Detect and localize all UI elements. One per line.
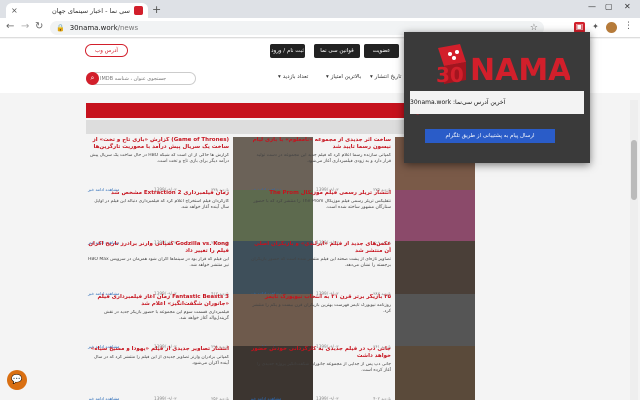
tab-title: سی نما - اخبار سینمای جهان bbox=[52, 6, 130, 15]
scrollbar[interactable] bbox=[630, 100, 638, 400]
back-arrow-icon[interactable]: ← bbox=[6, 21, 14, 32]
membership-label: عضویت bbox=[372, 48, 391, 54]
chevron-down-icon: ▾ bbox=[370, 74, 373, 80]
search-input[interactable]: جستجوی عنوان ، شناسه IMDB bbox=[86, 72, 196, 85]
news-meta: مشاهده ادامه خبر 1399/۰۹/۰۳ ۴۰۲ بازدید bbox=[250, 396, 391, 400]
news-desc: گزارش ها حاکی از آن است که شبکه HBO در ح… bbox=[89, 153, 229, 164]
filter-date-label: تاریخ انتشار bbox=[374, 74, 402, 80]
browser-tab[interactable]: × سی نما - اخبار سینمای جهان bbox=[6, 3, 148, 18]
close-window-button[interactable]: ✕ bbox=[624, 2, 631, 11]
news-thumbnail[interactable] bbox=[395, 241, 475, 296]
news-card[interactable]: عکس‌های جدید از فیلم «ایرلندی» و بازیگرا… bbox=[250, 241, 475, 296]
chevron-down-icon: ▾ bbox=[278, 74, 281, 80]
site-favicon-icon bbox=[134, 6, 143, 15]
news-title[interactable]: انتشار تصاویر جدیدی از فیلم «یهودا و مسی… bbox=[88, 346, 229, 353]
news-title[interactable]: ۲۵ بازیگر برتر قرن ۲۱ به انتخاب نیویورک … bbox=[250, 294, 391, 301]
scrollbar-thumb[interactable] bbox=[631, 140, 637, 200]
news-views: ۴۰۲ بازدید bbox=[373, 396, 391, 400]
extensions-puzzle-icon[interactable]: ✦ bbox=[590, 22, 601, 33]
extension-popup: 30 NAMA ⟲ آخرین آدرس سی‌نما: 30nama.work… bbox=[404, 32, 590, 163]
news-card-body: Godzilla vs. Kong کمپانی وارنر برادرز تا… bbox=[88, 241, 229, 296]
news-title[interactable]: (Game of Thrones) گزارش «بازی تاج و تخت»… bbox=[88, 137, 229, 151]
news-desc: روزنامه نیویورک تایمز فهرست بهترین بازیگ… bbox=[252, 303, 391, 314]
news-card-body: زمان فیلمبرداری Extraction 2 مشخص شد کار… bbox=[88, 190, 229, 245]
30nama-logo: 30 NAMA bbox=[436, 44, 570, 86]
news-card-body: (Game of Thrones) گزارش «بازی تاج و تخت»… bbox=[88, 137, 229, 192]
news-desc: فیلمبرداری قسمت سوم این مجموعه با حضور ب… bbox=[103, 310, 229, 321]
read-more-link[interactable]: مشاهده ادامه خبر bbox=[250, 396, 281, 400]
chat-icon[interactable]: 💬 bbox=[7, 370, 27, 390]
news-date: 1399/۰۹/۰۳ bbox=[154, 396, 177, 400]
url-path: /news bbox=[117, 24, 139, 32]
filter-views[interactable]: ▾ تعداد بازدید bbox=[278, 74, 308, 80]
news-title[interactable]: عکس‌های جدید از فیلم «ایرلندی» و بازیگرا… bbox=[250, 241, 391, 255]
membership-button[interactable]: عضویت bbox=[364, 44, 399, 58]
news-card-body: انتشار تصاویر جدیدی از فیلم «یهودا و مسی… bbox=[88, 346, 229, 400]
news-card-body: ساخت اثر جدیدی از مجموعه «نامعلوم» با با… bbox=[250, 137, 391, 192]
search-placeholder: جستجوی عنوان ، شناسه IMDB bbox=[100, 75, 167, 82]
login-label: ثبت نام / ورود bbox=[271, 48, 304, 54]
news-views: ۲۵۶ بازدید bbox=[211, 396, 229, 400]
telegram-support-button[interactable]: ارسال پیام به پشتیبانی از طریق تلگرام bbox=[425, 129, 555, 143]
news-date: 1399/۰۹/۰۳ bbox=[316, 396, 339, 400]
logo-text: NAMA bbox=[470, 53, 570, 86]
rules-label: قوانین سی نما bbox=[320, 48, 354, 54]
news-thumbnail[interactable] bbox=[395, 294, 475, 349]
browser-menu-icon[interactable]: ⋮ bbox=[624, 21, 633, 31]
url-domain: 30nama.work bbox=[69, 24, 118, 32]
minimize-button[interactable]: — bbox=[588, 2, 596, 11]
address-text: آخرین آدرس سی‌نما: 30nama.work bbox=[410, 99, 506, 106]
reload-icon[interactable]: ↻ bbox=[35, 21, 43, 32]
lock-icon: 🔒 bbox=[56, 24, 65, 32]
web-address-button[interactable]: آدرس وب bbox=[85, 44, 128, 57]
news-desc: کمپانی سازنده رسما اعلام کرد که فیلم جدی… bbox=[256, 153, 392, 164]
news-desc: نتفلیکس تریلر رسمی فیلم موزیکال The Prom… bbox=[253, 199, 391, 210]
news-card-body: عکس‌های جدید از فیلم «ایرلندی» و بازیگرا… bbox=[250, 241, 391, 296]
address-box: آخرین آدرس سی‌نما: 30nama.work bbox=[410, 91, 584, 114]
filter-views-label: تعداد بازدید bbox=[282, 74, 309, 80]
news-title[interactable]: زمان فیلمبرداری Extraction 2 مشخص شد bbox=[88, 190, 229, 197]
maximize-button[interactable]: ▢ bbox=[605, 2, 613, 11]
news-card-body: جانی دپ در فیلم جدیدی به کارگردانی خودش … bbox=[250, 346, 391, 400]
filter-date[interactable]: ▾ تاریخ انتشار bbox=[370, 74, 401, 80]
news-card[interactable]: جانی دپ در فیلم جدیدی به کارگردانی خودش … bbox=[250, 346, 475, 400]
news-desc: کمپانی برادران وارنر تصاویر جدیدی از این… bbox=[94, 355, 229, 366]
news-card-body: ۲۵ بازیگر برتر قرن ۲۱ به انتخاب نیویورک … bbox=[250, 294, 391, 349]
news-thumbnail[interactable] bbox=[395, 190, 475, 245]
chevron-down-icon: ▾ bbox=[326, 74, 329, 80]
news-desc: جانی دپ پس از جدایی از مجموعه جانوران شگ… bbox=[256, 362, 391, 373]
news-desc: این فیلم که قرار بود در سینماها اکران شو… bbox=[88, 257, 229, 268]
news-title[interactable]: Godzilla vs. Kong کمپانی وارنر برادرز تا… bbox=[88, 241, 229, 255]
tab-close-icon[interactable]: × bbox=[11, 6, 18, 15]
news-card[interactable]: ۲۵ بازیگر برتر قرن ۲۱ به انتخاب نیویورک … bbox=[250, 294, 475, 349]
news-thumbnail[interactable] bbox=[395, 346, 475, 400]
profile-avatar[interactable] bbox=[606, 22, 617, 33]
news-card[interactable]: انتشار تریلر رسمی فیلم موزیکال The Prom … bbox=[250, 190, 475, 245]
news-title[interactable]: ساخت اثر جدیدی از مجموعه «نامعلوم» با با… bbox=[250, 137, 391, 151]
news-desc: تصاویر تازه‌ای از پشت صحنه این فیلم منتش… bbox=[251, 257, 391, 268]
news-title[interactable]: انتشار تریلر رسمی فیلم موزیکال The Prom bbox=[250, 190, 391, 197]
forward-arrow-icon[interactable]: → bbox=[21, 21, 29, 32]
read-more-link[interactable]: مشاهده ادامه خبر bbox=[88, 396, 119, 400]
news-card-body: انتشار تریلر رسمی فیلم موزیکال The Prom … bbox=[250, 190, 391, 245]
login-button[interactable]: ثبت نام / ورود bbox=[270, 44, 305, 58]
news-meta: مشاهده ادامه خبر 1399/۰۹/۰۳ ۲۵۶ بازدید bbox=[88, 396, 229, 400]
news-desc: کارگردان فیلم استخراج اعلام کرد که فیلمب… bbox=[94, 199, 229, 210]
news-card-body: Fantastic Beasts 3 زمان آغاز فیلمبرداری … bbox=[88, 294, 229, 349]
search-icon[interactable]: ⌕ bbox=[86, 72, 99, 85]
filter-rating[interactable]: ▾ بالاترین امتیاز bbox=[326, 74, 361, 80]
rules-button[interactable]: قوانین سی نما bbox=[314, 44, 360, 58]
browser-tabbar: × سی نما - اخبار سینمای جهان + — ▢ ✕ bbox=[0, 0, 640, 18]
logo-digits: 30 bbox=[436, 63, 464, 86]
news-title[interactable]: جانی دپ در فیلم جدیدی به کارگردانی خودش … bbox=[250, 346, 391, 360]
filter-rating-label: بالاترین امتیاز bbox=[330, 74, 362, 80]
new-tab-button[interactable]: + bbox=[152, 3, 161, 16]
news-title[interactable]: Fantastic Beasts 3 زمان آغاز فیلمبرداری … bbox=[88, 294, 229, 308]
